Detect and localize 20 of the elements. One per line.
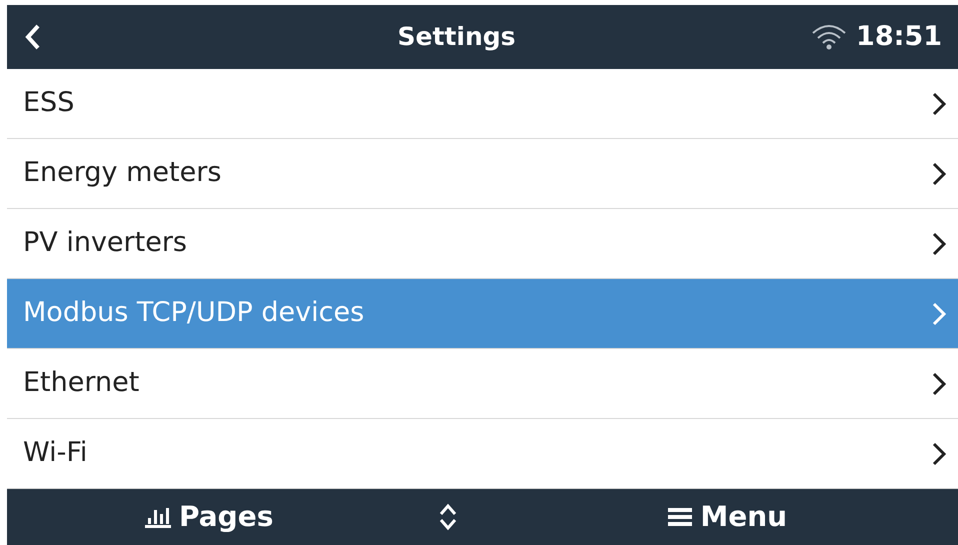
chevron-right-icon xyxy=(932,162,946,186)
menu-item-label: Ethernet xyxy=(23,366,140,400)
chevron-right-icon xyxy=(932,232,946,256)
menu-item-label: PV inverters xyxy=(23,226,188,260)
menu-icon xyxy=(668,506,692,528)
menu-button[interactable]: Menu xyxy=(668,496,788,538)
menu-item-label: Energy meters xyxy=(23,156,222,190)
wifi-icon xyxy=(810,23,848,51)
menu-item-label: Wi-Fi xyxy=(23,436,88,470)
chevron-right-icon xyxy=(932,302,946,326)
chevron-right-icon xyxy=(932,92,946,116)
clock-time: 18:51 xyxy=(856,20,942,54)
bar-chart-icon xyxy=(145,506,171,528)
chevron-right-icon xyxy=(932,372,946,396)
up-down-icon[interactable] xyxy=(438,502,458,532)
chevron-right-icon xyxy=(932,442,946,466)
screen-title: Settings xyxy=(396,21,516,54)
menu-item-label: Modbus TCP/UDP devices xyxy=(23,296,364,330)
pages-button[interactable]: Pages xyxy=(145,496,274,538)
menu-item-label: ESS xyxy=(23,86,74,120)
